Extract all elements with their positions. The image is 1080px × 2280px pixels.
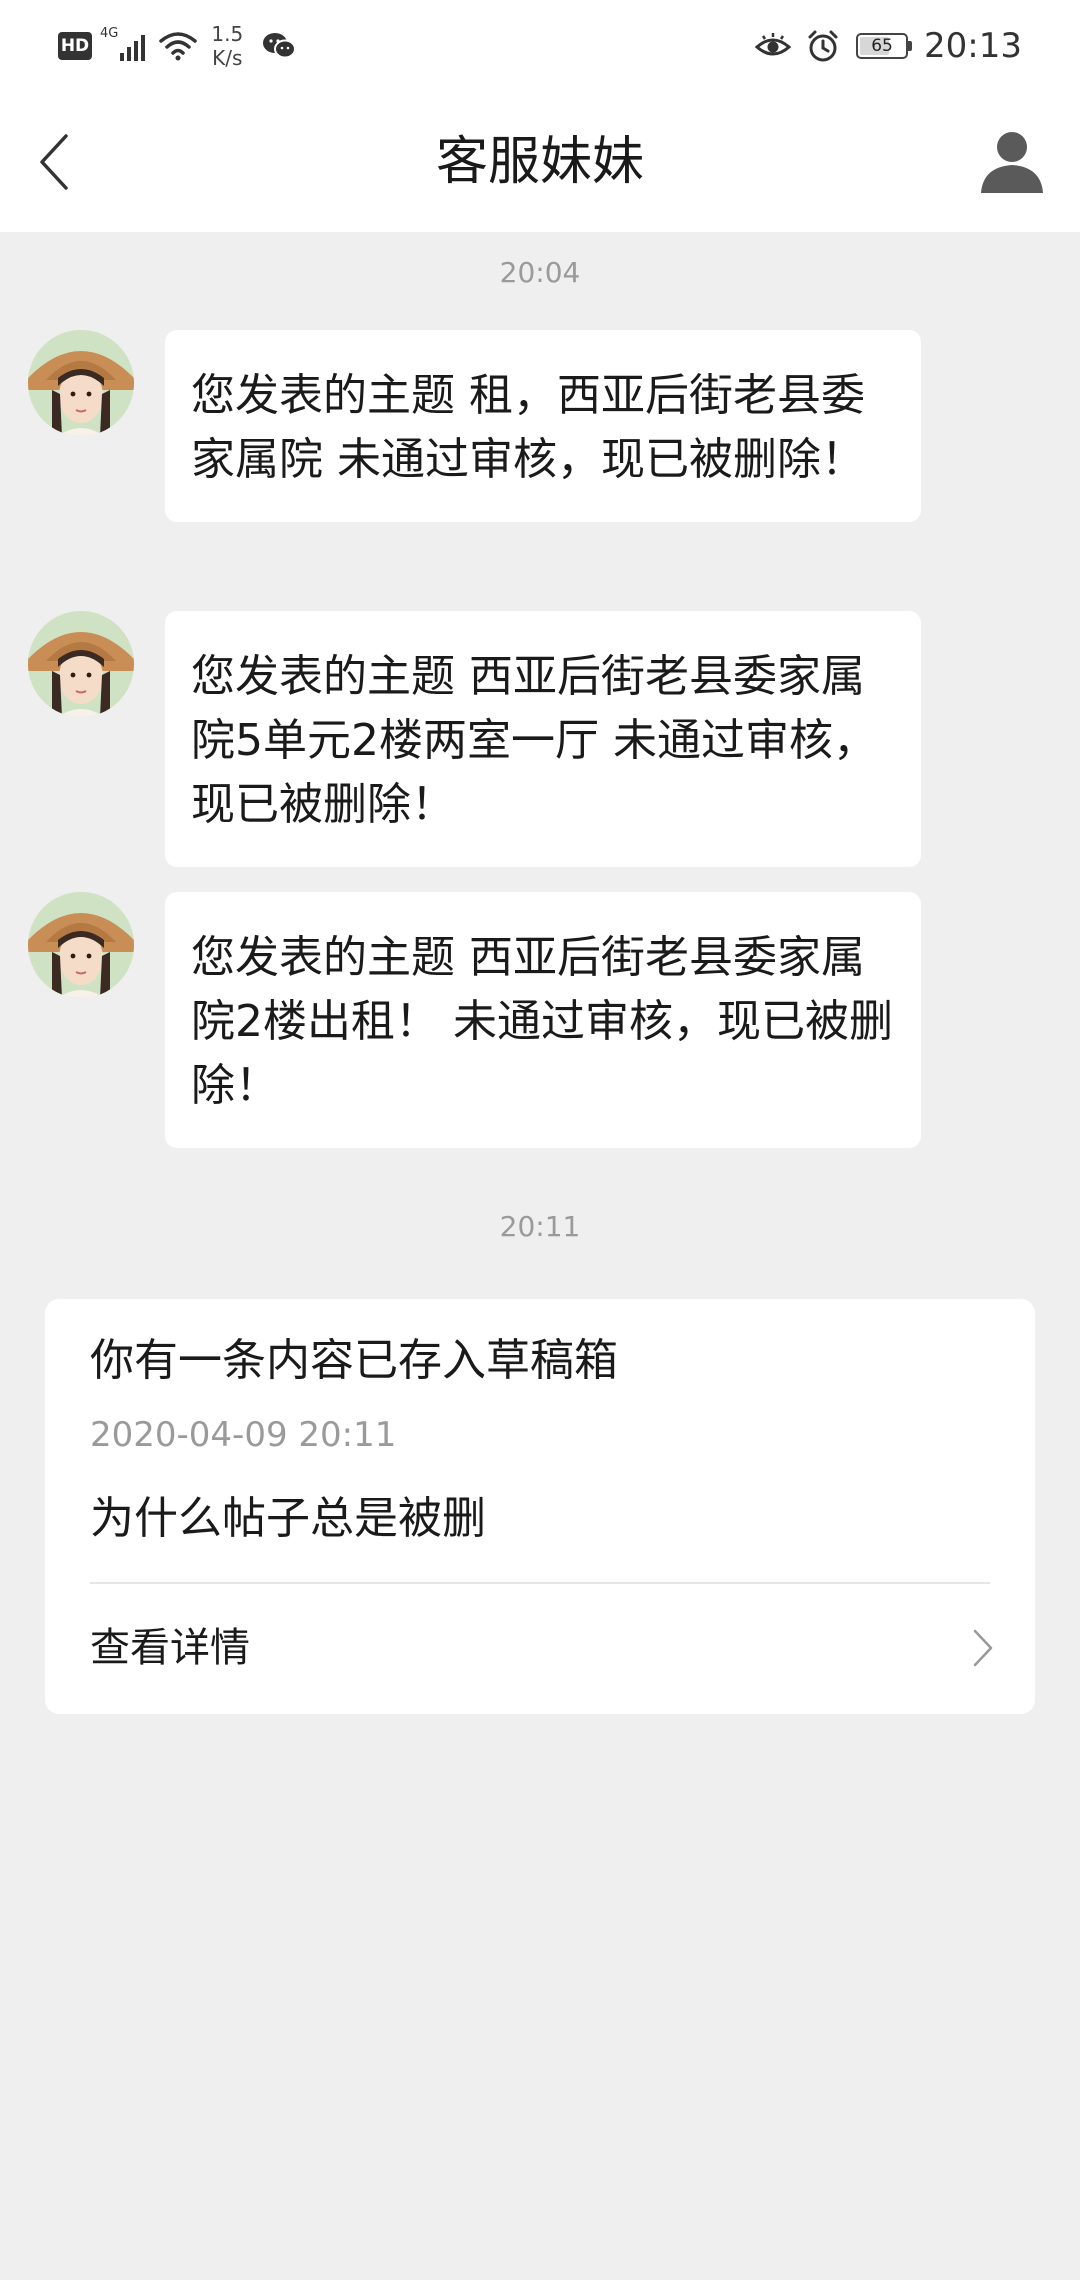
- avatar[interactable]: [28, 892, 134, 998]
- signal-icon: [120, 31, 146, 61]
- message-bubble[interactable]: 您发表的主题 西亚后街老县委家属院5单元2楼两室一厅 未通过审核，现已被删除！: [165, 611, 921, 867]
- alarm-icon: [808, 30, 838, 62]
- wifi-icon: [159, 32, 198, 61]
- timestamp-divider: 20:04: [499, 256, 581, 289]
- draft-card-title: 你有一条内容已存入草稿箱: [90, 1335, 618, 1386]
- wechat-icon: [263, 33, 297, 59]
- status-right: 65 20:13: [754, 20, 1022, 72]
- hd-badge: HD: [58, 32, 92, 60]
- message-bubble[interactable]: 您发表的主题 租，西亚后街老县委家属院 未通过审核，现已被删除！: [165, 330, 921, 522]
- person-icon: [981, 132, 1043, 193]
- status-left: HD 4G 1.5 K/s: [58, 20, 297, 72]
- eye-comfort-icon: [754, 33, 792, 56]
- view-details-label: 查看详情: [90, 1625, 250, 1671]
- network-type: 4G: [100, 26, 119, 41]
- avatar[interactable]: [28, 611, 134, 717]
- view-details-button[interactable]: 查看详情: [45, 1584, 1035, 1714]
- network-speed: 1.5 K/s: [211, 22, 243, 70]
- message-bubble[interactable]: 您发表的主题 西亚后街老县委家属院2楼出租！ 未通过审核，现已被删除！: [165, 892, 921, 1148]
- avatar[interactable]: [28, 330, 134, 436]
- network-speed-value: 1.5: [211, 22, 244, 46]
- draft-card-content: 为什么帖子总是被删: [90, 1493, 486, 1544]
- timestamp-divider: 20:11: [499, 1210, 581, 1243]
- battery-level: 65: [871, 36, 893, 56]
- draft-card-datetime: 2020-04-09 20:11: [90, 1415, 397, 1455]
- battery-cap: [908, 41, 913, 51]
- profile-button[interactable]: [974, 122, 1050, 198]
- status-clock: 20:13: [924, 26, 1022, 66]
- chevron-right-icon: [973, 1629, 993, 1667]
- network-speed-unit: K/s: [212, 46, 243, 70]
- nav-bar: 客服妹妹: [0, 92, 1080, 232]
- draft-notification-card[interactable]: 你有一条内容已存入草稿箱 2020-04-09 20:11 为什么帖子总是被删 …: [45, 1299, 1035, 1714]
- page-title: 客服妹妹: [435, 132, 644, 192]
- battery-icon: 65: [856, 33, 909, 59]
- status-bar: HD 4G 1.5 K/s 65 20:13: [0, 0, 1080, 92]
